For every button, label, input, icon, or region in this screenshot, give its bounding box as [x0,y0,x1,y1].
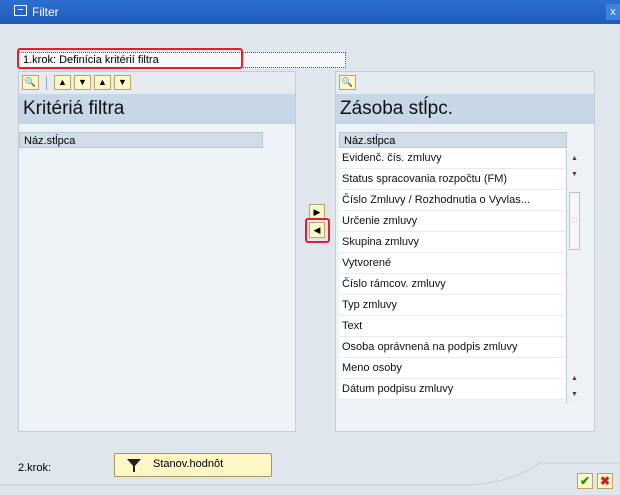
arrow-down-icon[interactable]: ▼ [74,75,91,90]
scroll-up-icon[interactable]: ▲ [568,372,581,385]
left-panel-title: Kritériá filtra [19,94,295,124]
column-stock-panel: 🔍 Zásoba stĺpc. Náz.stĺpca Evidenč. čís.… [335,71,595,432]
checkmark-icon[interactable]: ✔ [577,473,593,489]
left-toolbar: 🔍 ▲ ▼ ▲ ▼ [19,72,295,95]
step1-highlight [17,48,243,69]
list-item[interactable]: Dátum podpisu zmluvy [339,379,565,400]
left-column-header[interactable]: Náz.stĺpca [19,132,263,148]
window-icon [14,5,27,16]
list-item[interactable]: Vytvorené [339,253,565,274]
list-item[interactable]: Určenie zmluvy [339,211,565,232]
column-list: Evidenč. čís. zmluvy Status spracovania … [339,148,565,400]
scroll-up-icon[interactable]: ▲ [568,152,581,165]
vertical-scrollbar[interactable]: ▲ ▼ ::: ▲ ▼ [566,150,582,404]
right-panel-title: Zásoba stĺpc. [336,94,594,124]
list-item[interactable]: Skupina zmluvy [339,232,565,253]
list-item[interactable]: Číslo Zmluvy / Rozhodnutia o Vyvlas... [339,190,565,211]
toolbar-separator [46,76,47,90]
right-column-header[interactable]: Náz.stĺpca [339,132,567,148]
arrow-up-icon[interactable]: ▲ [54,75,71,90]
close-button[interactable]: x [606,4,620,20]
window-titlebar: Filter x [0,0,620,24]
scroll-thumb[interactable]: ::: [569,192,580,250]
scroll-down-icon[interactable]: ▼ [568,388,581,401]
list-item[interactable]: Status spracovania rozpočtu (FM) [339,169,565,190]
binoculars-icon[interactable]: 🔍 [339,75,356,90]
window-title: Filter [32,5,59,19]
footer-decoration [0,462,620,486]
list-item[interactable]: Číslo rámcov. zmluvy [339,274,565,295]
filter-criteria-panel: 🔍 ▲ ▼ ▲ ▼ Kritériá filtra Náz.stĺpca [18,71,296,432]
list-item[interactable]: Osoba oprávnená na podpis zmluvy [339,337,565,358]
binoculars-icon[interactable]: 🔍 [22,75,39,90]
list-item[interactable]: Evidenč. čís. zmluvy [339,148,565,169]
move-left-highlight [305,218,330,243]
right-toolbar: 🔍 [336,72,594,95]
scroll-down-icon[interactable]: ▼ [568,168,581,181]
arrow-bottom-icon[interactable]: ▼ [114,75,131,90]
cancel-icon[interactable]: ✖ [597,473,613,489]
list-item[interactable]: Meno osoby [339,358,565,379]
filter-dialog: 1.krok: Definícia kritérií filtra 🔍 ▲ ▼ … [0,24,620,495]
list-item[interactable]: Text [339,316,565,337]
arrow-top-icon[interactable]: ▲ [94,75,111,90]
list-item[interactable]: Typ zmluvy [339,295,565,316]
